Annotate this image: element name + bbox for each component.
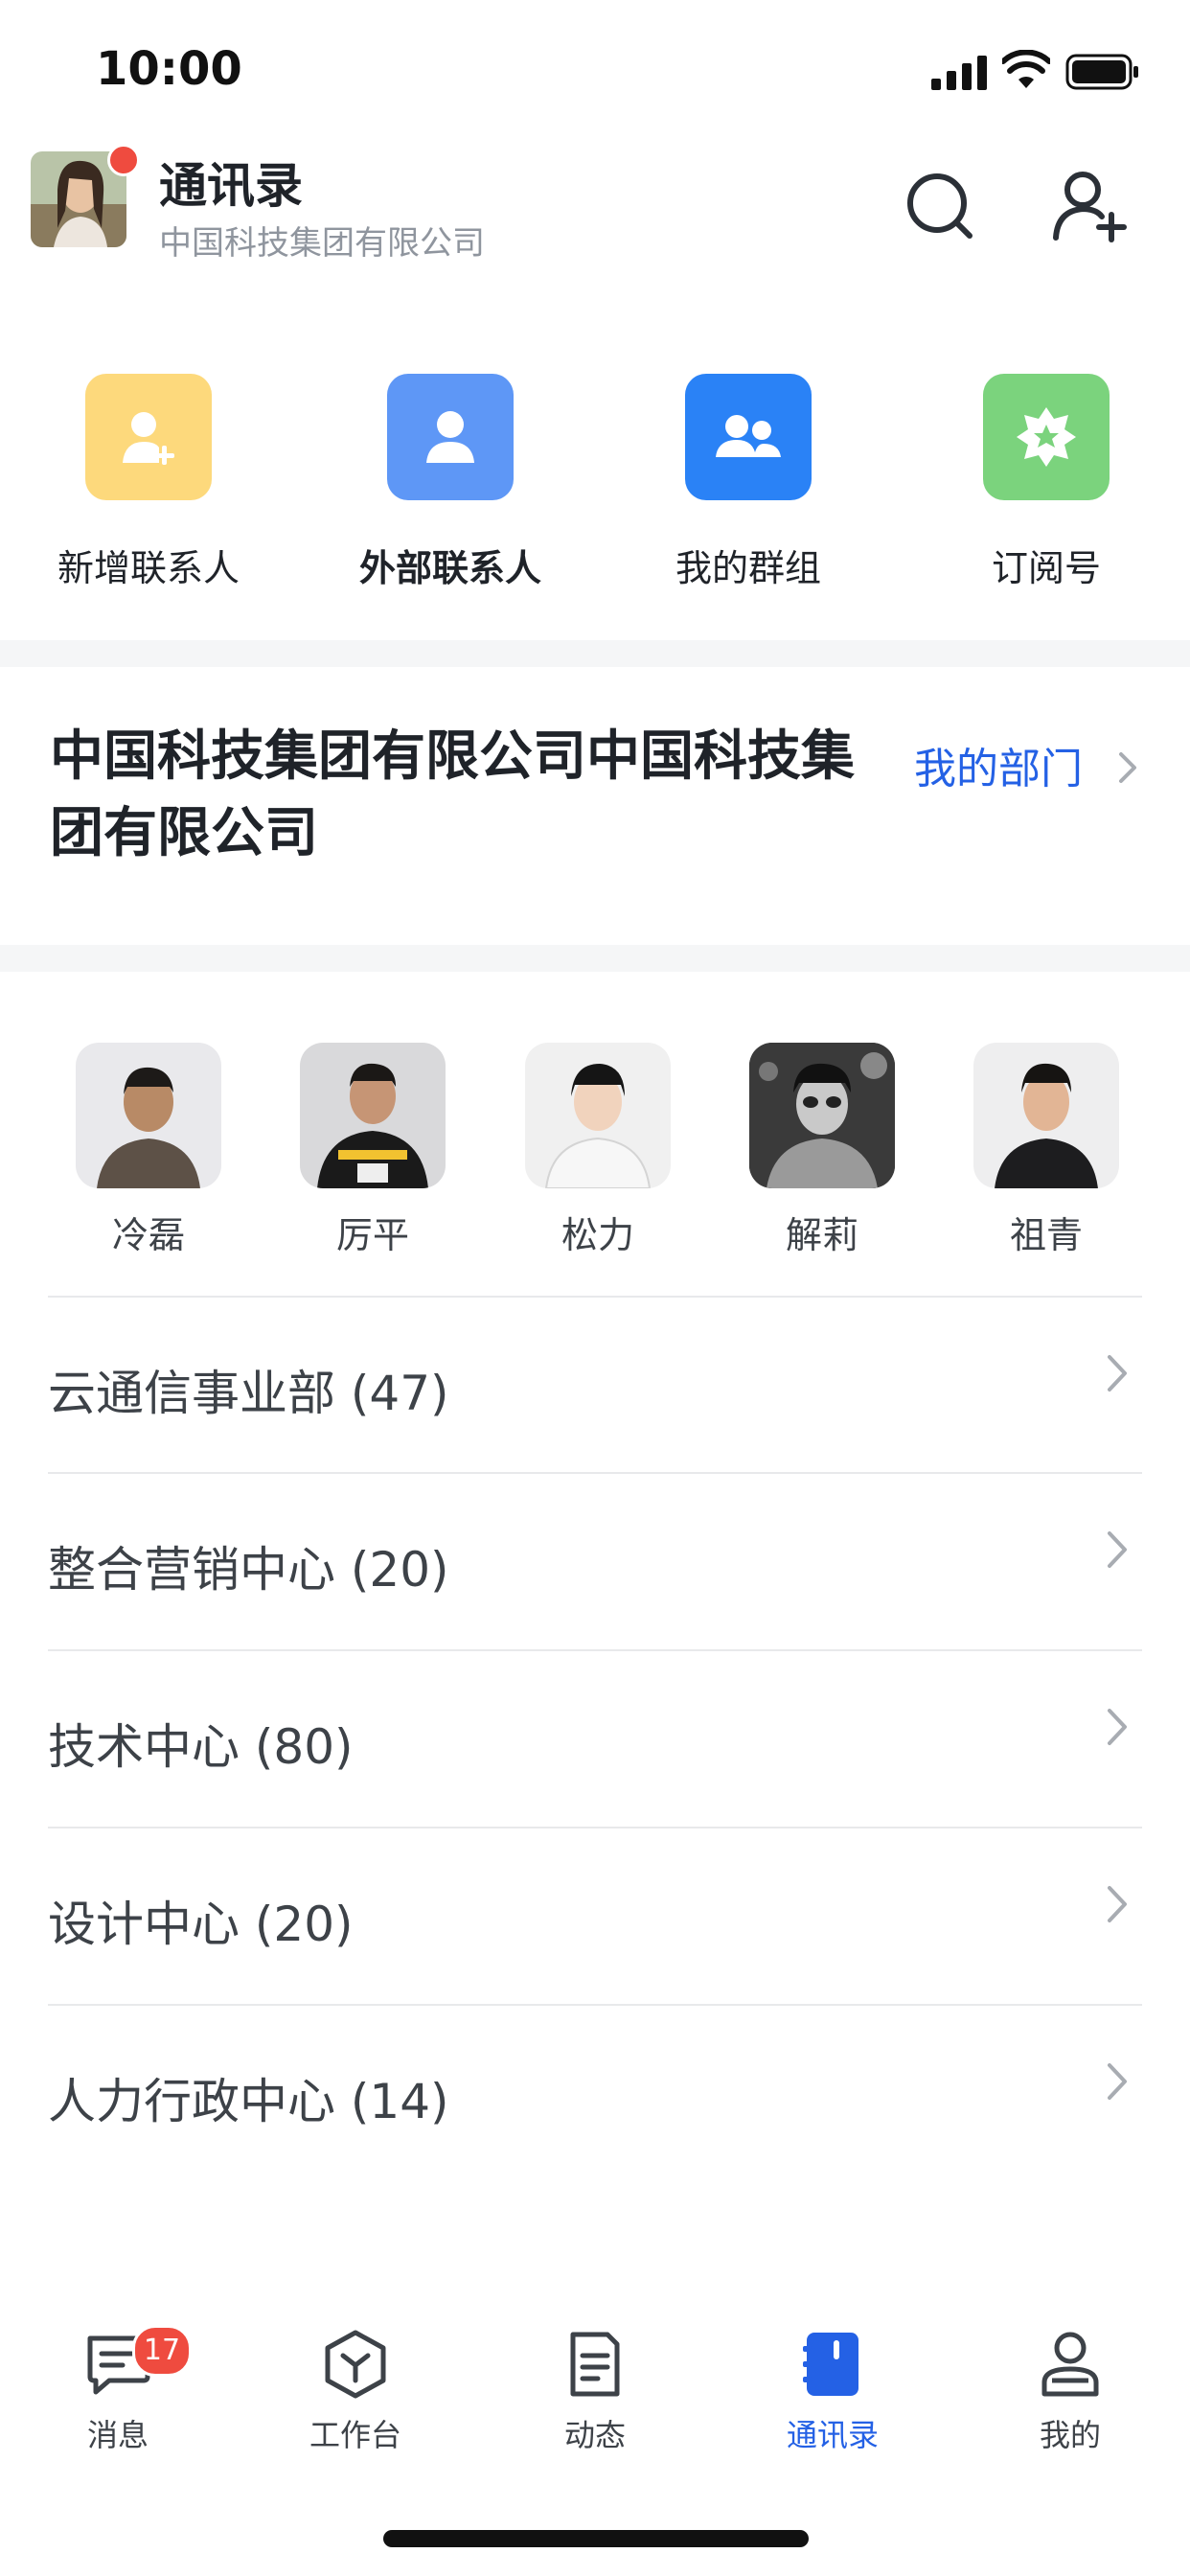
quick-action-label: 我的群组 — [675, 547, 821, 589]
tab-label: 通讯录 — [786, 2417, 879, 2453]
quick-action-label: 新增联系人 — [57, 547, 240, 589]
quick-action-external-contacts[interactable]: 外部联系人 — [331, 374, 570, 591]
chevron-right-icon — [1108, 2063, 1127, 2100]
member-avatar — [525, 1043, 671, 1188]
department-label: 整合营销中心 (20) — [48, 1542, 449, 1598]
company-name: 中国科技集团有限公司中国科技集团有限公司 — [50, 725, 855, 864]
page-subtitle: 中国科技集团有限公司 — [159, 224, 485, 263]
member-avatar — [973, 1043, 1119, 1188]
member-avatar — [76, 1043, 221, 1188]
person-icon — [387, 374, 514, 500]
tab-workbench[interactable]: 工作台 — [274, 2327, 437, 2455]
my-department-link[interactable]: 我的部门 — [914, 734, 1148, 795]
contacts-book-icon — [803, 2333, 858, 2396]
member-name: 解莉 — [785, 1214, 858, 1256]
member-avatar — [300, 1043, 446, 1188]
department-row[interactable]: 设计中心 (20) — [48, 1827, 1142, 2005]
department-label: 人力行政中心 (14) — [48, 2074, 449, 2129]
member-name: 冷磊 — [111, 1214, 185, 1256]
tab-label: 动态 — [563, 2417, 626, 2453]
member-name: 厉平 — [335, 1214, 409, 1256]
hexagon-cube-icon — [325, 2330, 386, 2399]
chevron-right-icon — [1119, 752, 1136, 783]
quick-action-label: 订阅号 — [991, 547, 1101, 589]
quick-action-label: 外部联系人 — [358, 547, 541, 589]
member-avatar — [749, 1043, 895, 1188]
section-divider — [0, 640, 1190, 667]
member-item[interactable]: 松力 — [507, 1043, 689, 1258]
department-label: 设计中心 (20) — [48, 1897, 354, 1952]
department-label: 云通信事业部 (47) — [48, 1366, 449, 1421]
quick-action-my-groups[interactable]: 我的群组 — [629, 374, 868, 591]
tab-me[interactable]: 我的 — [989, 2327, 1152, 2455]
member-name: 祖青 — [1009, 1214, 1083, 1256]
chevron-right-icon — [1108, 1709, 1127, 1745]
my-department-label: 我的部门 — [914, 745, 1083, 794]
status-time: 10:00 — [96, 42, 242, 96]
search-icon[interactable] — [903, 169, 979, 245]
tab-feed[interactable]: 动态 — [514, 2327, 676, 2455]
add-contact-icon — [85, 374, 212, 500]
quick-action-subscriptions[interactable]: 订阅号 — [927, 374, 1166, 591]
member-item[interactable]: 厉平 — [282, 1043, 464, 1258]
wifi-icon — [1002, 50, 1050, 88]
member-item[interactable]: 冷磊 — [57, 1043, 240, 1258]
document-icon — [570, 2332, 620, 2397]
quick-action-new-contact[interactable]: 新增联系人 — [29, 374, 268, 591]
department-row[interactable]: 云通信事业部 (47) — [48, 1296, 1142, 1474]
member-item[interactable]: 祖青 — [955, 1043, 1137, 1258]
notification-dot — [107, 144, 140, 176]
add-contact-icon[interactable] — [1052, 167, 1129, 243]
section-divider — [0, 945, 1190, 972]
member-item[interactable]: 解莉 — [731, 1043, 913, 1258]
group-icon — [685, 374, 812, 500]
department-row[interactable]: 整合营销中心 (20) — [48, 1472, 1142, 1650]
tab-contacts[interactable]: 通讯录 — [751, 2327, 914, 2455]
member-name: 松力 — [561, 1214, 634, 1256]
chevron-right-icon — [1108, 1531, 1127, 1568]
cellular-signal-icon — [931, 56, 987, 90]
tab-label: 工作台 — [309, 2417, 401, 2453]
department-label: 技术中心 (80) — [48, 1719, 354, 1775]
unread-badge: 17 — [132, 2325, 192, 2377]
page-title: 通讯录 — [159, 158, 303, 214]
chevron-right-icon — [1108, 1355, 1127, 1392]
star-badge-icon — [983, 374, 1110, 500]
tab-label: 我的 — [1039, 2417, 1101, 2453]
department-row[interactable]: 技术中心 (80) — [48, 1649, 1142, 1828]
tab-label: 消息 — [86, 2417, 149, 2453]
chevron-right-icon — [1108, 1886, 1127, 1922]
profile-icon — [1041, 2332, 1099, 2397]
battery-icon — [1065, 54, 1138, 90]
department-row[interactable]: 人力行政中心 (14) — [48, 2004, 1142, 2182]
home-indicator[interactable] — [383, 2530, 809, 2547]
